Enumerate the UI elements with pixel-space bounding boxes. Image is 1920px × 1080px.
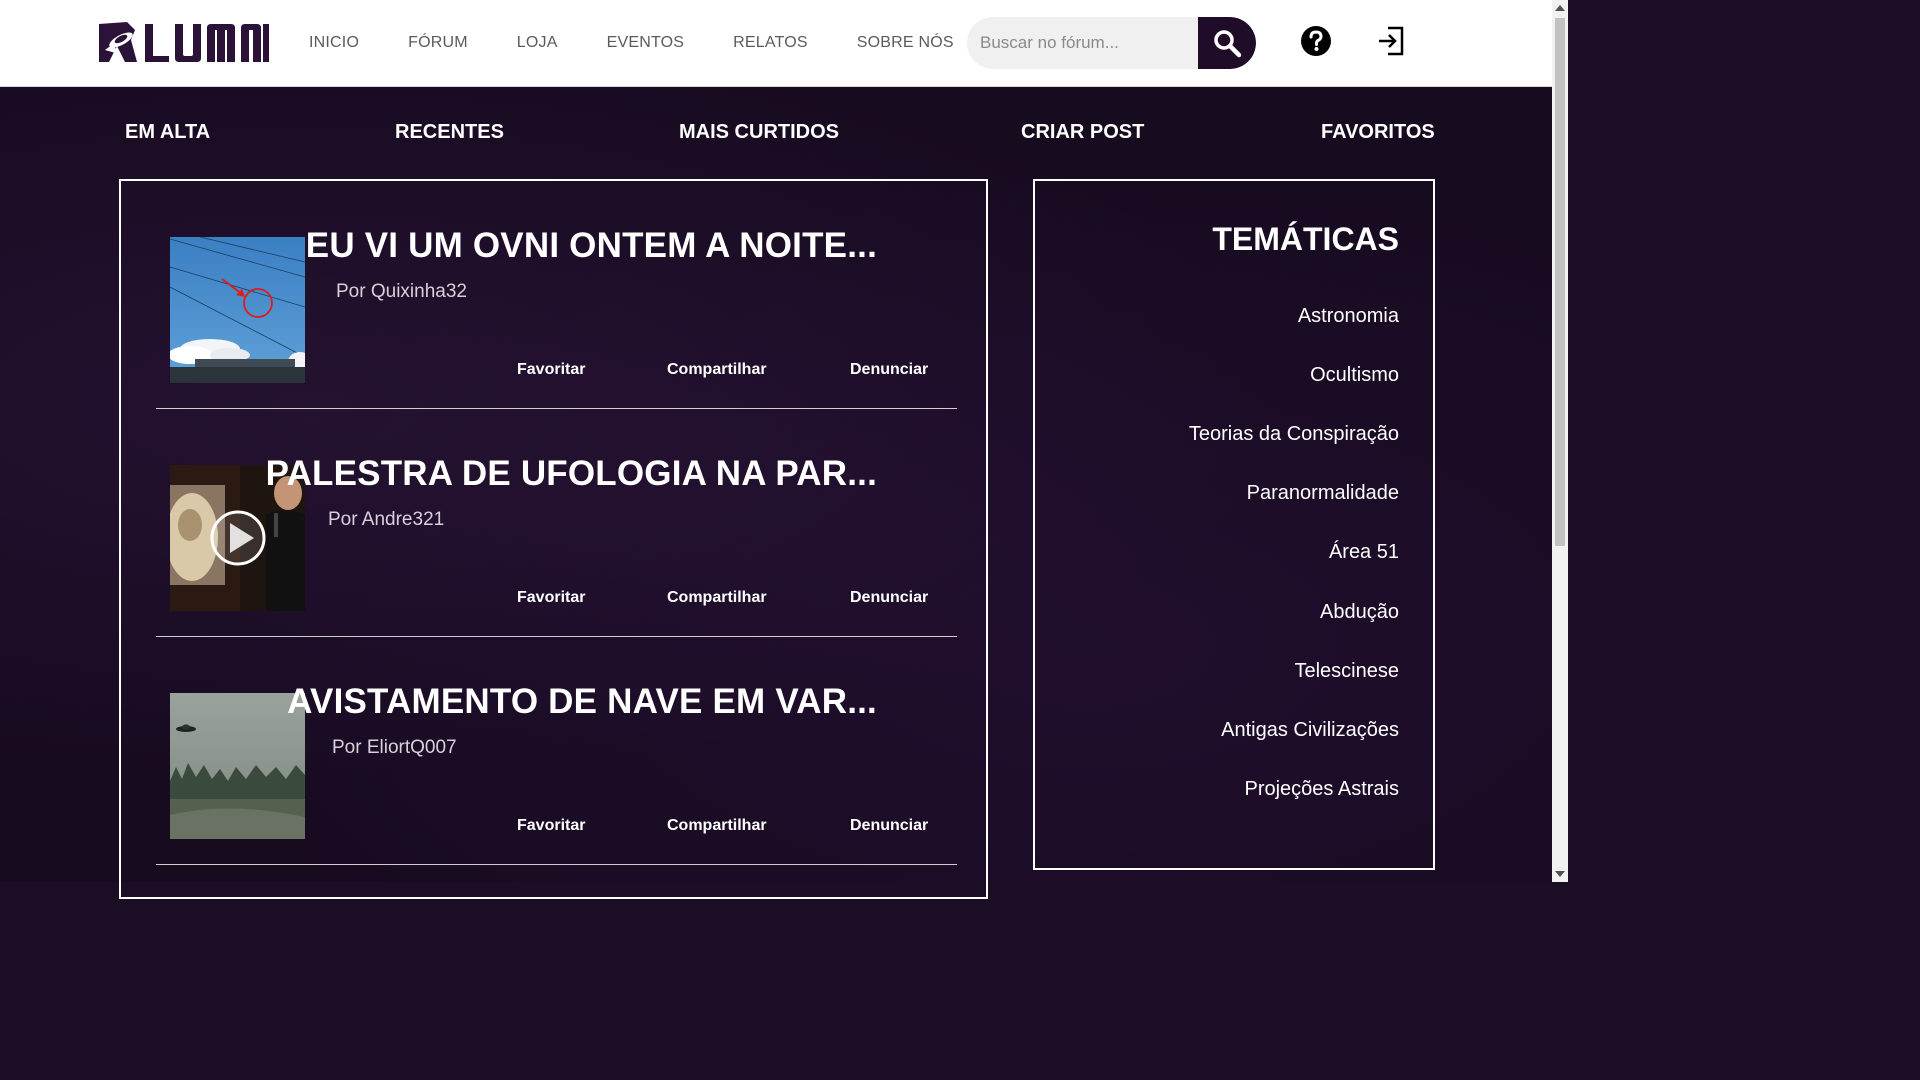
- sky-with-circled-ufo-image: [170, 237, 305, 383]
- nav-forum[interactable]: FÓRUM: [408, 34, 468, 52]
- post-item[interactable]: EU VI UM OVNI ONTEM A NOITE... Por Quixi…: [156, 181, 957, 409]
- search-button[interactable]: [1198, 17, 1256, 69]
- flying-saucer-over-trees-image: [170, 693, 305, 839]
- favorite-button[interactable]: Favoritar: [517, 589, 585, 607]
- login-button[interactable]: [1374, 24, 1408, 58]
- login-icon: [1379, 26, 1404, 56]
- post-title[interactable]: AVISTAMENTO DE NAVE EM VAR...: [287, 682, 877, 722]
- nav-loja[interactable]: LOJA: [517, 34, 558, 52]
- topics-panel: TEMÁTICAS Astronomia Ocultismo Teorias d…: [1033, 179, 1435, 870]
- post-author[interactable]: Por EliortQ007: [332, 737, 457, 759]
- topic-paranormalidade[interactable]: Paranormalidade: [1247, 482, 1399, 505]
- scrollbar-thumb[interactable]: [1555, 18, 1565, 546]
- favorite-button[interactable]: Favoritar: [517, 361, 585, 379]
- tab-mais-curtidos[interactable]: MAIS CURTIDOS: [679, 121, 839, 144]
- forum-tabs: EM ALTA RECENTES MAIS CURTIDOS CRIAR POS…: [0, 121, 1552, 149]
- nav-inicio[interactable]: INICIO: [309, 34, 359, 52]
- report-button[interactable]: Denunciar: [850, 817, 928, 835]
- nav-eventos[interactable]: EVENTOS: [607, 34, 685, 52]
- favorite-button[interactable]: Favoritar: [517, 817, 585, 835]
- post-list: EU VI UM OVNI ONTEM A NOITE... Por Quixi…: [119, 179, 988, 899]
- top-header: INICIO FÓRUM LOJA EVENTOS RELATOS SOBRE …: [0, 0, 1552, 87]
- tab-favoritos[interactable]: FAVORITOS: [1321, 121, 1435, 144]
- page-scrollbar[interactable]: [1552, 0, 1568, 882]
- topics-title: TEMÁTICAS: [1212, 221, 1399, 257]
- post-title[interactable]: EU VI UM OVNI ONTEM A NOITE...: [306, 226, 877, 266]
- post-item[interactable]: PALESTRA DE UFOLOGIA NA PAR... Por Andre…: [156, 409, 957, 637]
- topic-abducao[interactable]: Abdução: [1320, 601, 1399, 624]
- help-circle-icon: [1301, 26, 1331, 56]
- forum-search: [967, 17, 1256, 69]
- scroll-up-arrow-icon[interactable]: [1555, 5, 1565, 11]
- topic-area-51[interactable]: Área 51: [1329, 541, 1399, 564]
- help-button[interactable]: [1299, 24, 1333, 58]
- share-button[interactable]: Compartilhar: [667, 361, 767, 379]
- nav-relatos[interactable]: RELATOS: [733, 34, 808, 52]
- topic-antigas-civilizacoes[interactable]: Antigas Civilizações: [1221, 719, 1399, 742]
- nav-sobre-nos[interactable]: SOBRE NÓS: [857, 34, 954, 52]
- scroll-down-arrow-icon[interactable]: [1555, 871, 1565, 877]
- lumni-logo[interactable]: [97, 20, 269, 66]
- tab-recentes[interactable]: RECENTES: [395, 121, 504, 144]
- report-button[interactable]: Denunciar: [850, 589, 928, 607]
- post-divider: [156, 864, 957, 865]
- post-item[interactable]: AVISTAMENTO DE NAVE EM VAR... Por Eliort…: [156, 637, 957, 865]
- share-button[interactable]: Compartilhar: [667, 817, 767, 835]
- topic-telescinese[interactable]: Telescinese: [1294, 660, 1399, 683]
- main-nav: INICIO FÓRUM LOJA EVENTOS RELATOS SOBRE …: [309, 0, 1003, 86]
- tab-em-alta[interactable]: EM ALTA: [125, 121, 210, 144]
- post-thumbnail[interactable]: [170, 693, 305, 839]
- share-button[interactable]: Compartilhar: [667, 589, 767, 607]
- topic-ocultismo[interactable]: Ocultismo: [1310, 364, 1399, 387]
- lumni-logo-mark: [99, 22, 269, 62]
- post-title[interactable]: PALESTRA DE UFOLOGIA NA PAR...: [266, 454, 877, 494]
- post-author[interactable]: Por Quixinha32: [336, 281, 467, 303]
- topic-teorias-conspiracao[interactable]: Teorias da Conspiração: [1189, 423, 1399, 446]
- search-input[interactable]: [967, 17, 1198, 69]
- report-button[interactable]: Denunciar: [850, 361, 928, 379]
- topic-projecoes-astrais[interactable]: Projeções Astrais: [1244, 778, 1399, 801]
- post-author[interactable]: Por Andre321: [328, 509, 444, 531]
- post-thumbnail[interactable]: [170, 237, 305, 383]
- topic-astronomia[interactable]: Astronomia: [1298, 305, 1399, 328]
- tab-criar-post[interactable]: CRIAR POST: [1021, 121, 1144, 144]
- search-icon: [1214, 30, 1242, 58]
